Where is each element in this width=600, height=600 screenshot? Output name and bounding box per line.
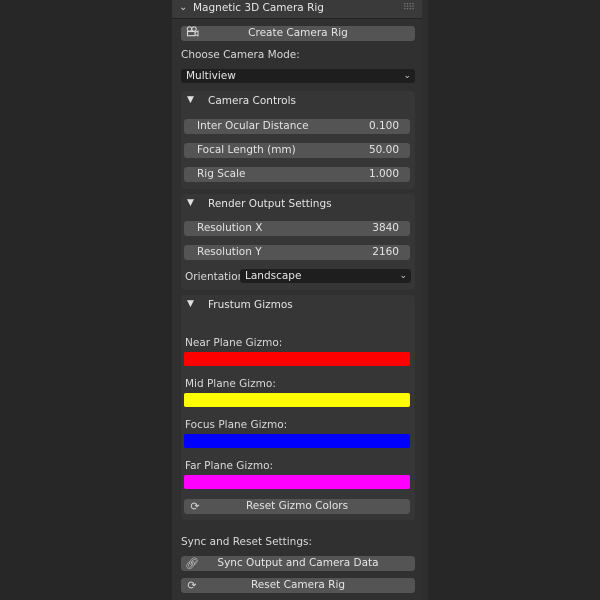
camera-mode-dropdown[interactable]: Multiview ⌄ [181, 69, 415, 83]
frustum-gizmos-title: Frustum Gizmos [208, 299, 293, 311]
focal-length-field[interactable]: Focal Length (mm) 50.00 [184, 143, 410, 158]
frustum-gizmos-header[interactable]: ▼ Frustum Gizmos [181, 295, 415, 315]
sync-output-camera-button[interactable]: 🔗︎ Sync Output and Camera Data [181, 556, 415, 571]
sync-reset-label: Sync and Reset Settings: [181, 536, 313, 548]
link-icon: 🔗︎ [185, 557, 199, 570]
left-viewport-area [0, 0, 172, 600]
focus-plane-gizmo-label: Focus Plane Gizmo: [185, 419, 288, 431]
reset-gizmo-colors-label: Reset Gizmo Colors [245, 500, 349, 512]
reset-camera-rig-button[interactable]: ⟳ Reset Camera Rig [181, 578, 415, 593]
resolution-x-field[interactable]: Resolution X 3840 [184, 221, 410, 236]
chevron-down-icon: ⌄ [399, 271, 407, 281]
sync-output-camera-label: Sync Output and Camera Data [217, 557, 379, 569]
chevron-down-icon[interactable]: ⌄ [179, 2, 187, 13]
right-viewport-area [428, 0, 600, 600]
reset-camera-rig-label: Reset Camera Rig [250, 579, 346, 591]
resolution-y-field[interactable]: Resolution Y 2160 [184, 245, 410, 260]
render-output-title: Render Output Settings [208, 198, 332, 210]
field-value: 0.100 [368, 120, 399, 132]
field-value: 3840 [372, 222, 399, 234]
inter-ocular-distance-field[interactable]: Inter Ocular Distance 0.100 [184, 119, 410, 134]
render-output-header[interactable]: ▼ Render Output Settings [181, 194, 415, 214]
panel-header[interactable]: ⌄ Magnetic 3D Camera Rig ⠿⠿ [172, 0, 422, 19]
camera-controls-header[interactable]: ▼ Camera Controls [181, 91, 415, 111]
drag-handle-icon[interactable]: ⠿⠿ [403, 3, 415, 13]
field-label: Resolution X [197, 222, 263, 234]
orientation-label: Orientation: [185, 271, 248, 283]
triangle-down-icon[interactable]: ▼ [187, 198, 194, 208]
triangle-down-icon[interactable]: ▼ [187, 95, 194, 105]
rig-scale-field[interactable]: Rig Scale 1.000 [184, 167, 410, 182]
field-label: Inter Ocular Distance [197, 120, 309, 132]
mid-plane-color-swatch[interactable] [184, 393, 410, 407]
panel-title: Magnetic 3D Camera Rig [193, 2, 324, 14]
create-camera-rig-button[interactable]: Create Camera Rig [181, 26, 415, 41]
camera-controls-subpanel: ▼ Camera Controls Inter Ocular Distance … [181, 91, 415, 189]
frustum-gizmos-subpanel: ▼ Frustum Gizmos Near Plane Gizmo: Mid P… [181, 295, 415, 520]
camera-icon [185, 26, 199, 41]
field-value: 50.00 [368, 144, 399, 156]
refresh-icon: ⟳ [187, 579, 197, 592]
orientation-dropdown[interactable]: Landscape ⌄ [240, 269, 411, 283]
camera-controls-title: Camera Controls [208, 95, 296, 107]
camera-mode-label: Choose Camera Mode: [181, 49, 300, 61]
mid-plane-gizmo-label: Mid Plane Gizmo: [185, 378, 276, 390]
field-value: 1.000 [368, 168, 399, 180]
field-label: Focal Length (mm) [197, 144, 296, 156]
field-value: 2160 [372, 246, 399, 258]
focus-plane-color-swatch[interactable] [184, 434, 410, 448]
near-plane-color-swatch[interactable] [184, 352, 410, 366]
far-plane-gizmo-label: Far Plane Gizmo: [185, 460, 274, 472]
triangle-down-icon[interactable]: ▼ [187, 299, 194, 309]
field-label: Resolution Y [197, 246, 262, 258]
render-output-subpanel: ▼ Render Output Settings Resolution X 38… [181, 194, 415, 290]
refresh-icon: ⟳ [190, 500, 200, 513]
chevron-down-icon: ⌄ [403, 71, 411, 81]
field-label: Rig Scale [197, 168, 246, 180]
create-camera-rig-label: Create Camera Rig [248, 27, 348, 39]
far-plane-color-swatch[interactable] [184, 475, 410, 489]
near-plane-gizmo-label: Near Plane Gizmo: [185, 337, 283, 349]
orientation-value: Landscape [245, 270, 302, 282]
reset-gizmo-colors-button[interactable]: ⟳ Reset Gizmo Colors [184, 499, 410, 514]
camera-mode-value: Multiview [186, 70, 236, 82]
